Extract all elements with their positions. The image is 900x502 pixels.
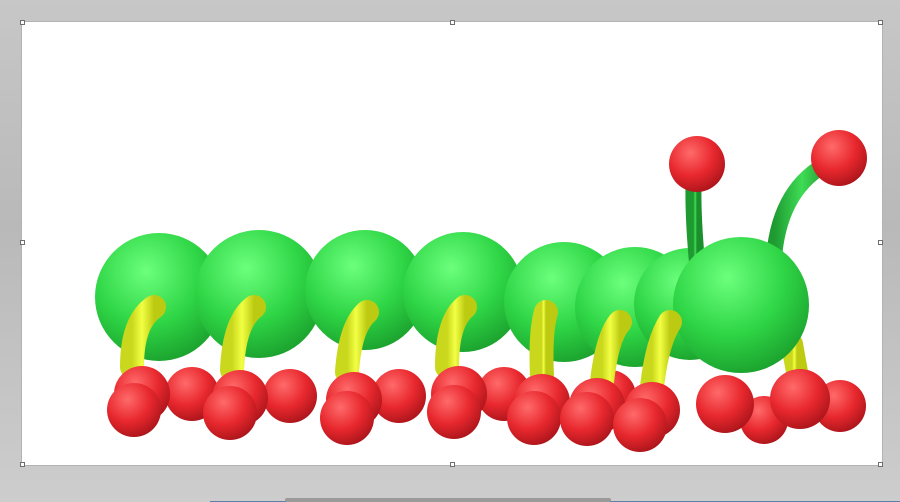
resize-handle-top-left[interactable] [20,20,25,25]
antennae [669,130,867,270]
canvas-image-frame[interactable] [22,22,882,465]
resize-handle-middle-left[interactable] [20,240,25,245]
resize-handle-bottom-right[interactable] [878,462,883,467]
caterpillar-head [673,237,809,373]
front-feet [107,366,830,452]
resize-handle-bottom-left[interactable] [20,462,25,467]
resize-handle-top-right[interactable] [878,20,883,25]
resize-handle-middle-right[interactable] [878,240,883,245]
scrollbar-thumb[interactable] [285,498,611,502]
caterpillar-image [95,130,867,452]
resize-handle-bottom-center[interactable] [450,462,455,467]
resize-handle-top-center[interactable] [450,20,455,25]
horizontal-scrollbar[interactable] [0,498,900,502]
